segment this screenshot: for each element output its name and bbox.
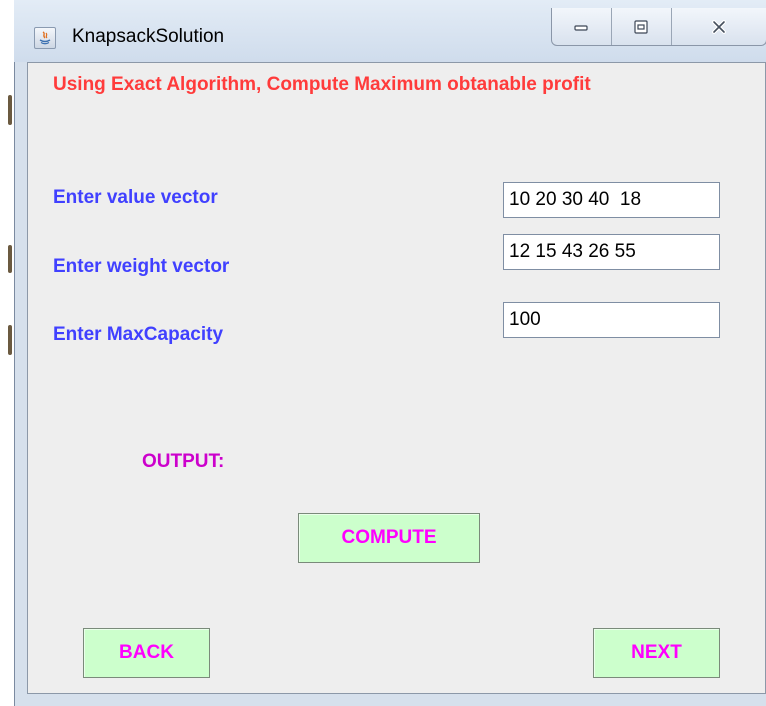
client-area (27, 62, 766, 694)
weight-vector-input[interactable] (503, 234, 720, 270)
maximize-icon (634, 19, 648, 34)
minimize-button[interactable] (552, 8, 611, 45)
background-window-edge (8, 325, 12, 355)
maximize-button[interactable] (610, 8, 671, 45)
screen: KnapsackSolution Using Exact Algorithm, … (0, 0, 766, 706)
max-capacity-label: Enter MaxCapacity (53, 324, 224, 345)
window-title: KnapsackSolution (72, 26, 225, 47)
close-icon (711, 19, 726, 34)
compute-button[interactable]: COMPUTE (298, 513, 480, 563)
minimize-icon (574, 24, 589, 31)
caption-buttons (551, 8, 766, 46)
next-button[interactable]: NEXT (593, 628, 720, 678)
value-vector-input[interactable] (503, 182, 720, 218)
java-icon[interactable] (34, 27, 56, 49)
background-window-edge (8, 95, 12, 125)
weight-vector-label: Enter weight vector (53, 256, 230, 277)
value-vector-label: Enter value vector (53, 187, 218, 208)
max-capacity-input[interactable] (503, 302, 720, 338)
background-window-edge (8, 245, 12, 273)
page-heading: Using Exact Algorithm, Compute Maximum o… (53, 74, 591, 95)
back-button[interactable]: BACK (83, 628, 210, 678)
output-label: OUTPUT: (142, 451, 225, 472)
close-button[interactable] (670, 8, 766, 45)
